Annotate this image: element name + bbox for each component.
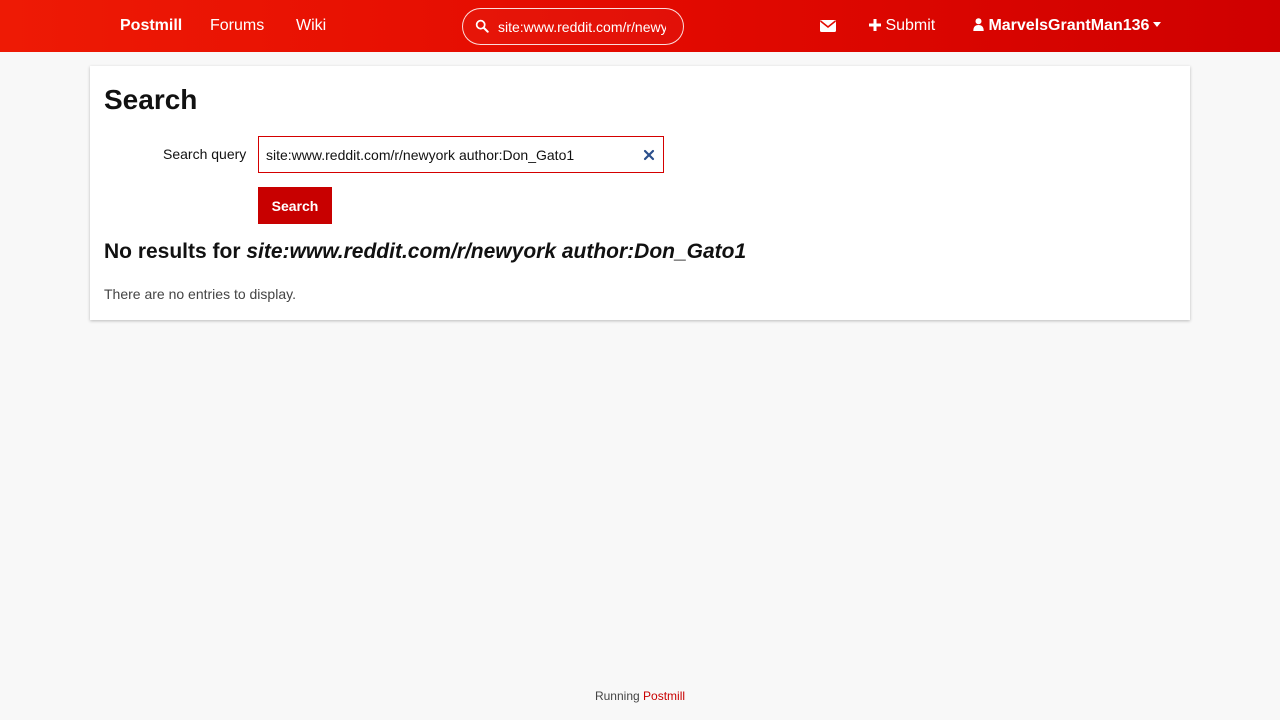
submit-link[interactable]: Submit [869, 0, 935, 52]
nav-wiki-link[interactable]: Wiki [296, 0, 326, 52]
nav-search-input[interactable] [498, 9, 666, 44]
footer: Running Postmill [0, 689, 1280, 703]
caret-down-icon [1153, 22, 1162, 27]
nav-forums-link[interactable]: Forums [210, 0, 264, 52]
results-query: site:www.reddit.com/r/newyork author:Don… [246, 240, 747, 263]
search-query-input[interactable] [266, 137, 636, 172]
search-icon[interactable] [475, 19, 489, 33]
navbar: Postmill Forums Wiki Submit MarvelsGrant… [0, 0, 1280, 52]
search-button[interactable]: Search [258, 187, 332, 224]
submit-label: Submit [885, 17, 936, 34]
footer-postmill-link[interactable]: Postmill [643, 689, 685, 703]
user-menu[interactable]: MarvelsGrantMan136 [973, 0, 1162, 52]
plus-icon [869, 19, 881, 31]
footer-running-text: Running [594, 689, 640, 703]
search-query-field [258, 136, 664, 173]
results-prefix: No results for [104, 240, 241, 263]
brand-link[interactable]: Postmill [120, 0, 182, 52]
page-title: Search [104, 84, 198, 115]
search-card: Search Search query Search No results fo… [90, 66, 1190, 320]
user-icon [973, 18, 984, 31]
close-icon[interactable] [643, 149, 655, 161]
empty-message: There are no entries to display. [104, 286, 296, 302]
search-query-label: Search query [163, 146, 247, 162]
nav-search-box [462, 8, 684, 45]
envelope-icon[interactable] [819, 17, 837, 35]
username-label: MarvelsGrantMan136 [988, 17, 1150, 34]
results-heading: No results for site:www.reddit.com/r/new… [104, 240, 746, 264]
